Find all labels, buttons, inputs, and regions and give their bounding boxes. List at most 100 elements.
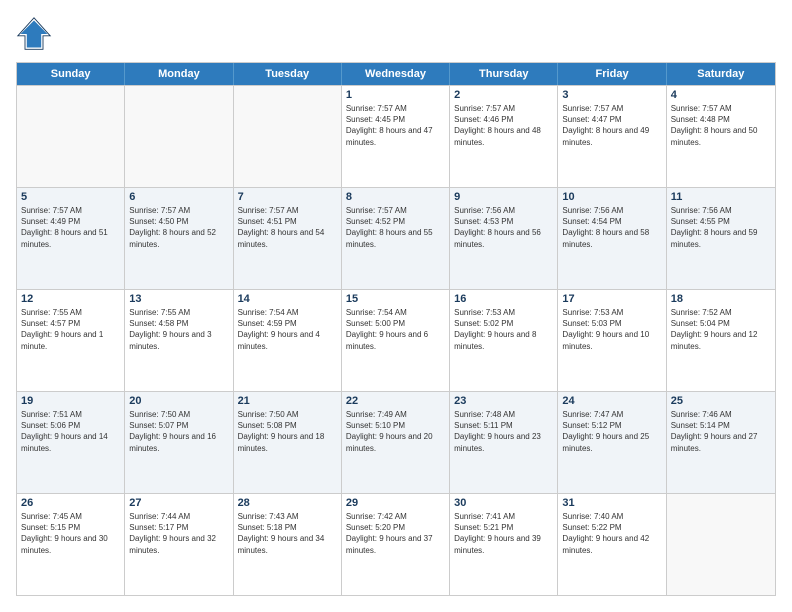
header — [16, 16, 776, 52]
cell-detail: Sunrise: 7:40 AM Sunset: 5:22 PM Dayligh… — [562, 511, 661, 556]
day-number: 11 — [671, 191, 771, 203]
cell-detail: Sunrise: 7:49 AM Sunset: 5:10 PM Dayligh… — [346, 409, 445, 454]
day-number: 7 — [238, 191, 337, 203]
cell-detail: Sunrise: 7:43 AM Sunset: 5:18 PM Dayligh… — [238, 511, 337, 556]
cal-cell-day-5: 5 Sunrise: 7:57 AM Sunset: 4:49 PM Daylig… — [17, 188, 125, 289]
logo-icon — [16, 16, 52, 52]
cell-detail: Sunrise: 7:48 AM Sunset: 5:11 PM Dayligh… — [454, 409, 553, 454]
cal-cell-day-2: 2 Sunrise: 7:57 AM Sunset: 4:46 PM Daylig… — [450, 86, 558, 187]
day-number: 3 — [562, 89, 661, 101]
day-number: 4 — [671, 89, 771, 101]
cal-cell-day-13: 13Sunrise: 7:55 AM Sunset: 4:58 PM Dayli… — [125, 290, 233, 391]
calendar-week-3: 19Sunrise: 7:51 AM Sunset: 5:06 PM Dayli… — [17, 391, 775, 493]
day-number: 9 — [454, 191, 553, 203]
cal-cell-empty — [234, 86, 342, 187]
cell-detail: Sunrise: 7:57 AM Sunset: 4:50 PM Dayligh… — [129, 205, 228, 250]
day-number: 8 — [346, 191, 445, 203]
day-number: 6 — [129, 191, 228, 203]
day-number: 14 — [238, 293, 337, 305]
cal-cell-empty — [125, 86, 233, 187]
cell-detail: Sunrise: 7:56 AM Sunset: 4:55 PM Dayligh… — [671, 205, 771, 250]
cal-cell-day-3: 3Sunrise: 7:57 AM Sunset: 4:47 PM Daylig… — [558, 86, 666, 187]
cal-cell-day-31: 31 Sunrise: 7:40 AM Sunset: 5:22 PM Dayli… — [558, 494, 666, 595]
calendar-header-row: SundayMondayTuesdayWednesdayThursdayFrid… — [17, 63, 775, 85]
cal-cell-day-19: 19Sunrise: 7:51 AM Sunset: 5:06 PM Dayli… — [17, 392, 125, 493]
cell-detail: Sunrise: 7:42 AM Sunset: 5:20 PM Dayligh… — [346, 511, 445, 556]
cell-detail: Sunrise: 7:46 AM Sunset: 5:14 PM Dayligh… — [671, 409, 771, 454]
day-number: 26 — [21, 497, 120, 509]
day-number: 17 — [562, 293, 661, 305]
cell-detail: Sunrise: 7:57 AM Sunset: 4:46 PM Dayligh… — [454, 103, 553, 148]
calendar: SundayMondayTuesdayWednesdayThursdayFrid… — [16, 62, 776, 596]
cell-detail: Sunrise: 7:57 AM Sunset: 4:51 PM Dayligh… — [238, 205, 337, 250]
cal-cell-day-6: 6 Sunrise: 7:57 AM Sunset: 4:50 PM Daylig… — [125, 188, 233, 289]
day-number: 25 — [671, 395, 771, 407]
day-number: 16 — [454, 293, 553, 305]
day-number: 12 — [21, 293, 120, 305]
cal-cell-day-9: 9 Sunrise: 7:56 AM Sunset: 4:53 PM Daylig… — [450, 188, 558, 289]
day-number: 5 — [21, 191, 120, 203]
logo — [16, 16, 58, 52]
cell-detail: Sunrise: 7:55 AM Sunset: 4:58 PM Dayligh… — [129, 307, 228, 352]
day-number: 18 — [671, 293, 771, 305]
cal-cell-day-17: 17 Sunrise: 7:53 AM Sunset: 5:03 PM Dayli… — [558, 290, 666, 391]
cal-cell-day-29: 29 Sunrise: 7:42 AM Sunset: 5:20 PM Dayli… — [342, 494, 450, 595]
cal-cell-day-8: 8 Sunrise: 7:57 AM Sunset: 4:52 PM Daylig… — [342, 188, 450, 289]
header-day-tuesday: Tuesday — [234, 63, 342, 85]
cal-cell-day-26: 26 Sunrise: 7:45 AM Sunset: 5:15 PM Dayli… — [17, 494, 125, 595]
day-number: 20 — [129, 395, 228, 407]
cal-cell-day-11: 11 Sunrise: 7:56 AM Sunset: 4:55 PM Dayli… — [667, 188, 775, 289]
day-number: 24 — [562, 395, 661, 407]
cal-cell-day-10: 10 Sunrise: 7:56 AM Sunset: 4:54 PM Dayli… — [558, 188, 666, 289]
cell-detail: Sunrise: 7:55 AM Sunset: 4:57 PM Dayligh… — [21, 307, 120, 352]
calendar-week-1: 5 Sunrise: 7:57 AM Sunset: 4:49 PM Daylig… — [17, 187, 775, 289]
cal-cell-day-21: 21 Sunrise: 7:50 AM Sunset: 5:08 PM Dayli… — [234, 392, 342, 493]
day-number: 22 — [346, 395, 445, 407]
cell-detail: Sunrise: 7:51 AM Sunset: 5:06 PM Dayligh… — [21, 409, 120, 454]
header-day-wednesday: Wednesday — [342, 63, 450, 85]
cell-detail: Sunrise: 7:56 AM Sunset: 4:54 PM Dayligh… — [562, 205, 661, 250]
cell-detail: Sunrise: 7:54 AM Sunset: 4:59 PM Dayligh… — [238, 307, 337, 352]
cell-detail: Sunrise: 7:52 AM Sunset: 5:04 PM Dayligh… — [671, 307, 771, 352]
cell-detail: Sunrise: 7:57 AM Sunset: 4:48 PM Dayligh… — [671, 103, 771, 148]
calendar-body: 1Sunrise: 7:57 AM Sunset: 4:45 PM Daylig… — [17, 85, 775, 595]
cal-cell-empty — [667, 494, 775, 595]
cell-detail: Sunrise: 7:45 AM Sunset: 5:15 PM Dayligh… — [21, 511, 120, 556]
header-day-sunday: Sunday — [17, 63, 125, 85]
cal-cell-day-25: 25 Sunrise: 7:46 AM Sunset: 5:14 PM Dayli… — [667, 392, 775, 493]
day-number: 29 — [346, 497, 445, 509]
header-day-thursday: Thursday — [450, 63, 558, 85]
cell-detail: Sunrise: 7:53 AM Sunset: 5:02 PM Dayligh… — [454, 307, 553, 352]
cal-cell-day-27: 27Sunrise: 7:44 AM Sunset: 5:17 PM Dayli… — [125, 494, 233, 595]
cal-cell-day-28: 28 Sunrise: 7:43 AM Sunset: 5:18 PM Dayli… — [234, 494, 342, 595]
day-number: 30 — [454, 497, 553, 509]
cal-cell-day-12: 12 Sunrise: 7:55 AM Sunset: 4:57 PM Dayli… — [17, 290, 125, 391]
day-number: 28 — [238, 497, 337, 509]
cell-detail: Sunrise: 7:57 AM Sunset: 4:49 PM Dayligh… — [21, 205, 120, 250]
header-day-monday: Monday — [125, 63, 233, 85]
cal-cell-day-7: 7 Sunrise: 7:57 AM Sunset: 4:51 PM Daylig… — [234, 188, 342, 289]
cal-cell-day-16: 16 Sunrise: 7:53 AM Sunset: 5:02 PM Dayli… — [450, 290, 558, 391]
day-number: 10 — [562, 191, 661, 203]
cell-detail: Sunrise: 7:50 AM Sunset: 5:07 PM Dayligh… — [129, 409, 228, 454]
cell-detail: Sunrise: 7:41 AM Sunset: 5:21 PM Dayligh… — [454, 511, 553, 556]
cell-detail: Sunrise: 7:57 AM Sunset: 4:45 PM Dayligh… — [346, 103, 445, 148]
cell-detail: Sunrise: 7:44 AM Sunset: 5:17 PM Dayligh… — [129, 511, 228, 556]
cell-detail: Sunrise: 7:53 AM Sunset: 5:03 PM Dayligh… — [562, 307, 661, 352]
day-number: 21 — [238, 395, 337, 407]
header-day-friday: Friday — [558, 63, 666, 85]
day-number: 2 — [454, 89, 553, 101]
cell-detail: Sunrise: 7:56 AM Sunset: 4:53 PM Dayligh… — [454, 205, 553, 250]
cal-cell-day-4: 4 Sunrise: 7:57 AM Sunset: 4:48 PM Daylig… — [667, 86, 775, 187]
calendar-week-4: 26 Sunrise: 7:45 AM Sunset: 5:15 PM Dayli… — [17, 493, 775, 595]
cal-cell-day-1: 1Sunrise: 7:57 AM Sunset: 4:45 PM Daylig… — [342, 86, 450, 187]
cal-cell-day-24: 24Sunrise: 7:47 AM Sunset: 5:12 PM Dayli… — [558, 392, 666, 493]
cell-detail: Sunrise: 7:54 AM Sunset: 5:00 PM Dayligh… — [346, 307, 445, 352]
cal-cell-day-18: 18 Sunrise: 7:52 AM Sunset: 5:04 PM Dayli… — [667, 290, 775, 391]
cal-cell-day-23: 23Sunrise: 7:48 AM Sunset: 5:11 PM Dayli… — [450, 392, 558, 493]
day-number: 31 — [562, 497, 661, 509]
cell-detail: Sunrise: 7:57 AM Sunset: 4:52 PM Dayligh… — [346, 205, 445, 250]
cal-cell-day-30: 30 Sunrise: 7:41 AM Sunset: 5:21 PM Dayli… — [450, 494, 558, 595]
cell-detail: Sunrise: 7:50 AM Sunset: 5:08 PM Dayligh… — [238, 409, 337, 454]
header-day-saturday: Saturday — [667, 63, 775, 85]
